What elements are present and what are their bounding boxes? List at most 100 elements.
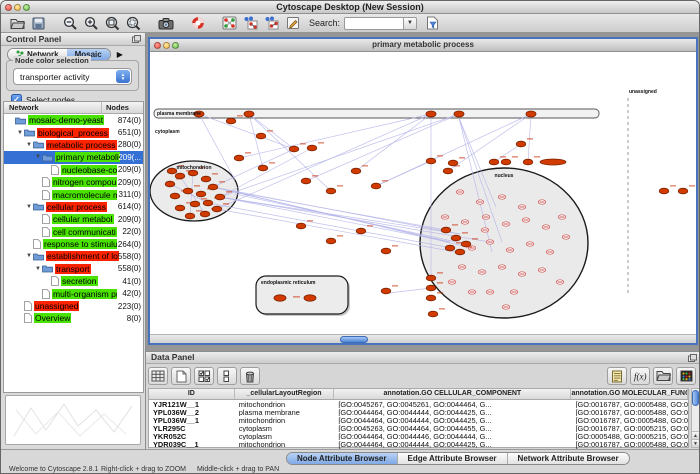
more-tabs-arrow-icon[interactable]: ▶ (117, 50, 123, 59)
layout-a-icon[interactable] (240, 15, 261, 32)
network-node[interactable] (203, 200, 213, 206)
network-node[interactable] (301, 178, 311, 184)
scroll-up-icon[interactable]: ▲ (692, 431, 699, 439)
network-node[interactable] (234, 155, 244, 161)
zoom-in-icon[interactable] (81, 15, 102, 32)
table-row[interactable]: YJR121W__1mitochondrion[GO:0045267, GO:0… (149, 400, 688, 408)
new-attribute-icon[interactable] (171, 367, 191, 385)
network-node[interactable] (274, 295, 286, 301)
layout-b-icon[interactable] (261, 15, 282, 32)
network-node[interactable] (426, 285, 436, 291)
select-attributes-icon[interactable] (194, 367, 214, 385)
tree-row[interactable]: unassigned223(0) (4, 300, 143, 312)
scroll-down-icon[interactable]: ▼ (692, 439, 699, 447)
network-node[interactable] (167, 168, 177, 174)
network-node[interactable] (256, 133, 266, 139)
expand-arrow-icon[interactable]: ▼ (25, 142, 33, 148)
network-node[interactable] (326, 238, 336, 244)
network-node[interactable] (226, 118, 236, 124)
network-node[interactable] (188, 170, 198, 176)
network-node[interactable] (428, 311, 438, 317)
open-folder-icon[interactable] (7, 15, 28, 32)
network-node[interactable] (659, 188, 669, 194)
network-node[interactable] (426, 275, 436, 281)
network-node[interactable] (185, 213, 195, 219)
tree-row[interactable]: cellular metabol209(0) (4, 213, 143, 225)
network-node[interactable] (258, 165, 268, 171)
zoom-fit-icon[interactable] (102, 15, 123, 32)
tree-row[interactable]: cell communicati22(0) (4, 226, 143, 238)
unselect-attributes-icon[interactable] (217, 367, 237, 385)
table-scrollbar-thumb[interactable] (692, 390, 699, 406)
table-column-header[interactable]: annotation.GO MOLECULAR_FUNCTION (571, 389, 688, 399)
zoom-region-icon[interactable] (123, 15, 144, 32)
help-ring-icon[interactable] (187, 15, 208, 32)
network-node[interactable] (540, 159, 566, 165)
network-node[interactable] (165, 181, 175, 187)
network-node[interactable] (448, 160, 458, 166)
canvas-horizontal-scrollbar[interactable] (150, 334, 696, 343)
table-row[interactable]: YLR295Ccytoplasm[GO:0045263, GO:0044464,… (149, 424, 688, 432)
network-node[interactable] (426, 111, 436, 117)
table-column-header[interactable]: ID (149, 389, 235, 399)
snapshot-camera-icon[interactable] (155, 15, 176, 32)
network-node[interactable] (451, 235, 461, 241)
network-node[interactable] (523, 159, 533, 165)
network-node[interactable] (489, 159, 499, 165)
attribute-editor-icon[interactable] (607, 367, 627, 385)
network-node[interactable] (296, 223, 306, 229)
float-panel-icon[interactable] (132, 35, 141, 43)
tree-row[interactable]: response to stimulu264(0) (4, 238, 143, 250)
annotation-icon[interactable] (282, 15, 303, 32)
function-builder-icon[interactable]: f(x) (630, 367, 650, 385)
node-color-dropdown[interactable]: transporter activity ▲▼ (13, 68, 132, 85)
network-node[interactable] (526, 111, 536, 117)
network-node[interactable] (678, 188, 688, 194)
network-overview-icon[interactable] (219, 15, 240, 32)
network-node[interactable] (190, 201, 200, 207)
expand-arrow-icon[interactable]: ▼ (25, 253, 33, 259)
network-node[interactable] (175, 173, 185, 179)
tree-row[interactable]: ▼cellular process614(0) (4, 201, 143, 213)
tree-row[interactable]: nucleobase-cont209(0) (4, 164, 143, 176)
save-icon[interactable] (28, 15, 49, 32)
network-node[interactable] (208, 184, 218, 190)
attribute-matrix-icon[interactable] (676, 367, 696, 385)
table-row[interactable]: YPL036W__2plasma membrane[GO:0044464, GO… (149, 408, 688, 416)
expand-arrow-icon[interactable]: ▼ (34, 154, 42, 160)
network-node[interactable] (501, 159, 511, 165)
tree-row[interactable]: ▼establishment of lo558(0) (4, 250, 143, 262)
network-node[interactable] (200, 211, 210, 217)
network-node[interactable] (289, 146, 299, 152)
network-node[interactable] (212, 206, 222, 212)
network-node[interactable] (307, 145, 317, 151)
zoom-out-icon[interactable] (60, 15, 81, 32)
import-attributes-icon[interactable] (653, 367, 673, 385)
table-row[interactable]: YPL036W__1mitochondrion[GO:0044464, GO:0… (149, 416, 688, 424)
search-input[interactable] (344, 17, 404, 30)
network-node[interactable] (326, 188, 336, 194)
tree-row[interactable]: ▼metabolic process280(0) (4, 139, 143, 151)
float-data-panel-icon[interactable] (688, 354, 697, 362)
tree-row[interactable]: Overview8(0) (4, 312, 143, 324)
network-node[interactable] (170, 193, 180, 199)
table-column-header[interactable]: annotation.GO CELLULAR_COMPONENT (334, 389, 571, 399)
tree-row[interactable]: ▼transport558(0) (4, 263, 143, 275)
network-node[interactable] (175, 205, 185, 211)
expand-arrow-icon[interactable]: ▼ (34, 266, 42, 272)
canvas-scrollbar-thumb[interactable] (340, 336, 368, 343)
network-frame-titlebar[interactable]: primary metabolic process (150, 39, 696, 52)
tree-row[interactable]: mosaic-demo-yeast874(0) (4, 114, 143, 126)
tree-row[interactable]: multi-organism pro42(0) (4, 287, 143, 299)
network-node[interactable] (441, 227, 451, 233)
nucleus-region[interactable] (420, 168, 588, 318)
tab-edge-attribute-browser[interactable]: Edge Attribute Browser (398, 453, 508, 464)
tree-row[interactable]: macromolecule m311(0) (4, 188, 143, 200)
network-node[interactable] (426, 295, 436, 301)
network-node[interactable] (183, 188, 193, 194)
network-node[interactable] (351, 168, 361, 174)
tree-row[interactable]: nitrogen compou209(0) (4, 176, 143, 188)
network-node[interactable] (381, 248, 391, 254)
network-node[interactable] (461, 241, 471, 247)
attribute-grid-icon[interactable] (148, 367, 168, 385)
